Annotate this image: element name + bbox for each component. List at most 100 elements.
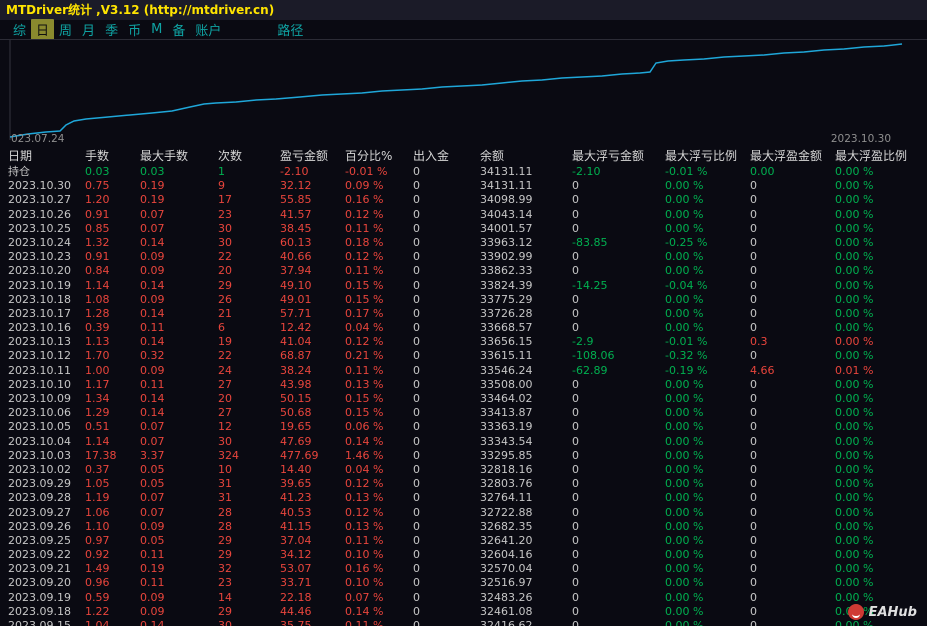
column-header-5[interactable]: 百分比%	[345, 148, 413, 165]
table-row[interactable]: 2023.09.26 1.10 0.09 28 41.15 0.13 % 0 32682.35…	[0, 520, 927, 534]
table-cell: 0	[413, 533, 420, 547]
table-cell: 2023.10.06	[8, 406, 71, 420]
table-row[interactable]: 2023.09.20 0.96 0.11 23 33.71 0.10 % 0 32516.97…	[0, 576, 927, 590]
table-row[interactable]: 2023.10.23 0.91 0.09 22 40.66 0.12 % 0 33902.99…	[0, 250, 927, 264]
table-cell: 0.00 %	[835, 477, 874, 491]
menu-item-summary[interactable]: 综	[8, 19, 31, 40]
column-header-0[interactable]: 日期	[8, 148, 85, 165]
table-row[interactable]: 2023.10.11 1.00 0.09 24 38.24 0.11 % 0 33546.24…	[0, 364, 927, 378]
table-cell: 0.00 %	[835, 349, 874, 363]
table-row[interactable]: 2023.10.17 1.28 0.14 21 57.71 0.17 % 0 33726.28…	[0, 307, 927, 321]
table-cell: 0	[413, 505, 420, 519]
column-header-1[interactable]: 手数	[85, 148, 140, 165]
column-header-6[interactable]: 出入金	[413, 148, 480, 165]
table-row[interactable]: 2023.10.20 0.84 0.09 20 37.94 0.11 % 0 33862.33…	[0, 264, 927, 278]
column-header-8[interactable]: 最大浮亏金额	[572, 148, 665, 165]
table-cell: 0	[572, 221, 579, 235]
table-cell: 0	[572, 462, 579, 476]
table-cell: 0	[572, 477, 579, 491]
table-cell: 20	[218, 392, 232, 405]
table-row[interactable]: 2023.10.24 1.32 0.14 30 60.13 0.18 % 0 33963.12…	[0, 236, 927, 250]
table-cell: 33413.87	[480, 406, 533, 420]
table-cell: 17	[218, 193, 232, 207]
table-cell: 0.00 %	[665, 406, 704, 420]
table-header: 日期 手数 最大手数 次数 盈亏金额 百分比% 出入金 余额 最大浮亏金额 最大浮亏比例 最大浮盈金…	[0, 148, 927, 165]
menu-item-weekly[interactable]: 周	[54, 19, 77, 40]
title-bar[interactable]: MTDriver统计 ,V3.12 (http://mtdriver.cn)	[0, 0, 927, 20]
table-cell: 持仓	[8, 165, 30, 178]
table-row[interactable]: 2023.10.25 0.85 0.07 30 38.45 0.11 % 0 34001.57…	[0, 222, 927, 236]
table-row[interactable]: 2023.10.12 1.70 0.32 22 68.87 0.21 % 0 33615.11…	[0, 349, 927, 363]
table-cell: 0.07	[140, 505, 165, 519]
table-cell: 0	[750, 533, 757, 547]
table-cell: 0.09	[140, 292, 165, 306]
table-row[interactable]: 2023.10.04 1.14 0.07 30 47.69 0.14 % 0 33343.54…	[0, 435, 927, 449]
table-cell: -2.10	[280, 165, 309, 178]
table-row[interactable]: 2023.09.28 1.19 0.07 31 41.23 0.13 % 0 32764.11…	[0, 491, 927, 505]
table-cell: 0	[413, 207, 420, 221]
table-row[interactable]: 2023.10.06 1.29 0.14 27 50.68 0.15 % 0 33413.87…	[0, 406, 927, 420]
menu-item-note[interactable]: 备	[167, 19, 190, 40]
table-cell: 0.15 %	[345, 292, 384, 306]
table-row[interactable]: 2023.09.18 1.22 0.09 29 44.46 0.14 % 0 32461.08…	[0, 605, 927, 619]
table-cell: 0.00 %	[665, 377, 704, 391]
column-header-11[interactable]: 最大浮盈比例	[835, 148, 927, 165]
table-row[interactable]: 2023.09.21 1.49 0.19 32 53.07 0.16 % 0 32570.04…	[0, 562, 927, 576]
table-cell: 2023.10.11	[8, 363, 71, 377]
table-cell: 2023.09.29	[8, 477, 71, 491]
table-cell: 0.07	[140, 434, 165, 448]
table-row[interactable]: 2023.10.18 1.08 0.09 26 49.01 0.15 % 0 33775.29…	[0, 293, 927, 307]
table-row[interactable]: 2023.10.09 1.34 0.14 20 50.15 0.15 % 0 33464.02…	[0, 392, 927, 406]
table-row[interactable]: 2023.10.30 0.75 0.19 9 32.12 0.09 % 0 34131.11 0…	[0, 179, 927, 193]
table-cell: 0	[750, 491, 757, 505]
table-row[interactable]: 2023.10.13 1.13 0.14 19 41.04 0.12 % 0 33656.15…	[0, 335, 927, 349]
table-cell: 37.94	[280, 264, 312, 278]
table-cell: 0	[413, 264, 420, 278]
column-header-3[interactable]: 次数	[218, 148, 280, 165]
table-row[interactable]: 2023.10.03 17.38 3.37 324 477.69 1.46 % 0 33295…	[0, 449, 927, 463]
table-row[interactable]: 2023.10.26 0.91 0.07 23 41.57 0.12 % 0 34043.14…	[0, 208, 927, 222]
menu-item-monthly[interactable]: 月	[77, 19, 100, 40]
table-row[interactable]: 2023.09.29 1.05 0.05 31 39.65 0.12 % 0 32803.76…	[0, 477, 927, 491]
menu-item-quarterly[interactable]: 季	[100, 19, 123, 40]
table-cell: 0.09	[140, 604, 165, 618]
menu-item-account[interactable]: 账户	[190, 19, 226, 40]
table-row[interactable]: 2023.10.19 1.14 0.14 29 49.10 0.15 % 0 33824.39…	[0, 279, 927, 293]
menu-item-currency[interactable]: 币	[123, 19, 146, 40]
table-row[interactable]: 2023.09.22 0.92 0.11 29 34.12 0.10 % 0 32604.16…	[0, 548, 927, 562]
menu-item-path[interactable]: 路径	[272, 19, 308, 40]
table-cell: 2023.10.03	[8, 448, 71, 462]
table-cell: 29	[218, 548, 232, 562]
table-row[interactable]: 2023.10.27 1.20 0.19 17 55.85 0.16 % 0 34098.99…	[0, 193, 927, 207]
table-cell: 0	[750, 562, 757, 576]
table-row[interactable]: 2023.09.27 1.06 0.07 28 40.53 0.12 % 0 32722.88…	[0, 506, 927, 520]
column-header-10[interactable]: 最大浮盈金额	[750, 148, 835, 165]
table-cell: 55.85	[280, 193, 312, 207]
table-cell: 32641.20	[480, 533, 533, 547]
table-cell: 0.13 %	[345, 377, 384, 391]
table-cell: 0	[750, 477, 757, 491]
table-row[interactable]: 2023.10.02 0.37 0.05 10 14.40 0.04 % 0 32818.16…	[0, 463, 927, 477]
table-row[interactable]: 持仓 0.03 0.03 1 -2.10 -0.01 % 0 34131.11 -2.10 -0.…	[0, 165, 927, 179]
column-header-2[interactable]: 最大手数	[140, 148, 218, 165]
column-header-4[interactable]: 盈亏金额	[280, 148, 345, 165]
table-row[interactable]: 2023.09.25 0.97 0.05 29 37.04 0.11 % 0 32641.20…	[0, 534, 927, 548]
table-cell: 0	[750, 448, 757, 462]
table-cell: 1.04	[85, 619, 110, 626]
table-cell: 40.53	[280, 505, 312, 519]
table-row[interactable]: 2023.10.10 1.17 0.11 27 43.98 0.13 % 0 33508.00…	[0, 378, 927, 392]
table-cell: 0.37	[85, 462, 110, 476]
table-row[interactable]: 2023.10.05 0.51 0.07 12 19.65 0.06 % 0 33363.19…	[0, 420, 927, 434]
column-header-7[interactable]: 余额	[480, 148, 572, 165]
table-row[interactable]: 2023.10.16 0.39 0.11 6 12.42 0.04 % 0 33668.57 0…	[0, 321, 927, 335]
table-cell: 0.00 %	[835, 221, 874, 235]
menu-item-m[interactable]: M	[146, 21, 167, 38]
table-cell: 33656.15	[480, 335, 533, 349]
table-row[interactable]: 2023.09.15 1.04 0.14 30 35.75 0.11 % 0 32416.62…	[0, 619, 927, 626]
menu-item-daily[interactable]: 日	[31, 19, 55, 40]
table-cell: 0.12 %	[345, 335, 384, 349]
column-header-9[interactable]: 最大浮亏比例	[665, 148, 750, 165]
table-cell: 0	[572, 533, 579, 547]
table-cell: 0.00 %	[665, 434, 704, 448]
table-row[interactable]: 2023.09.19 0.59 0.09 14 22.18 0.07 % 0 32483.26…	[0, 591, 927, 605]
